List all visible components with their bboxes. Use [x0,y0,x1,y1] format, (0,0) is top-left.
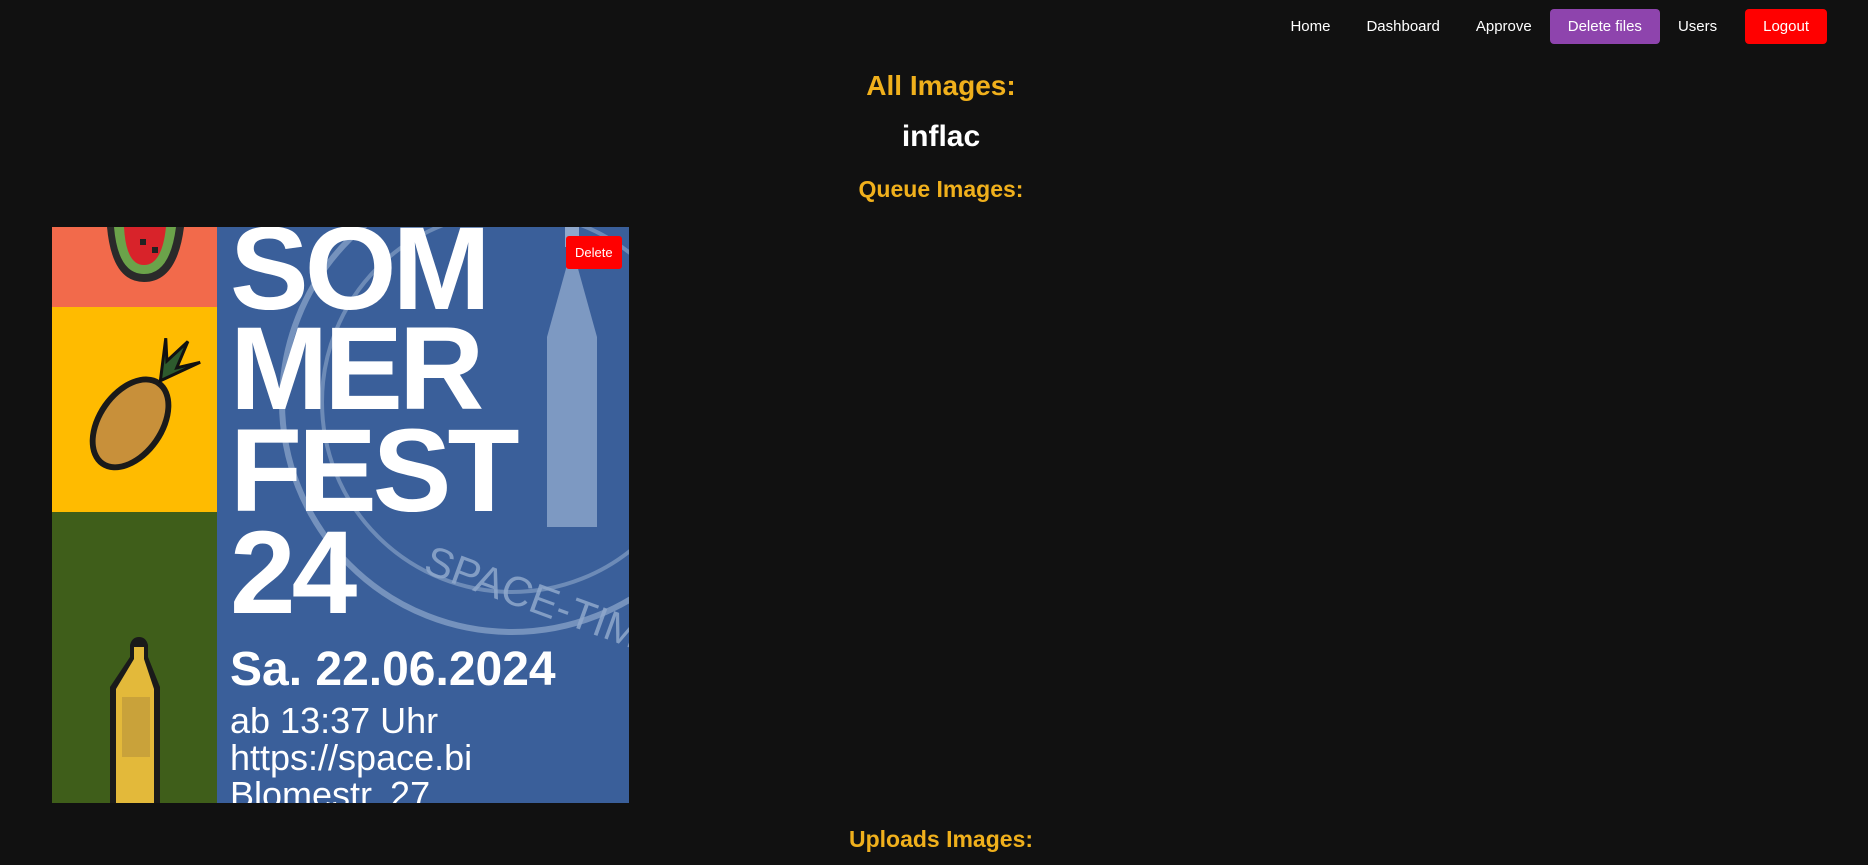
poster-date: Sa. 22.06.2024 [230,643,556,696]
queue-image-card: SPACE-TIM SOM MER FEST 24 Sa. 22.06.2024… [52,227,629,803]
uploads-images-heading: Uploads Images: [848,826,1034,852]
nav-dashboard-link[interactable]: Dashboard [1348,9,1457,44]
top-nav: Home Dashboard Approve Delete files User… [1272,9,1827,44]
poster-title-line-2: MER [230,303,484,435]
all-images-heading: All Images: [866,70,1016,101]
poster-url: https://space.bi [230,737,473,778]
nav-delete-files-button[interactable]: Delete files [1549,9,1660,44]
nav-users-link[interactable]: Users [1660,9,1735,44]
poster-time: ab 13:37 Uhr [230,700,439,741]
poster-address: Blomestr. 27 [230,774,431,803]
delete-image-button[interactable]: Delete [566,236,622,269]
nav-approve-link[interactable]: Approve [1458,9,1550,44]
nav-home-link[interactable]: Home [1272,9,1348,44]
queue-images-heading: Queue Images: [858,176,1024,202]
poster-title-line-3: FEST [230,405,520,537]
logout-button[interactable]: Logout [1745,9,1827,44]
username-heading: inflac [901,120,981,153]
poster-title-line-4: 24 [230,507,357,639]
